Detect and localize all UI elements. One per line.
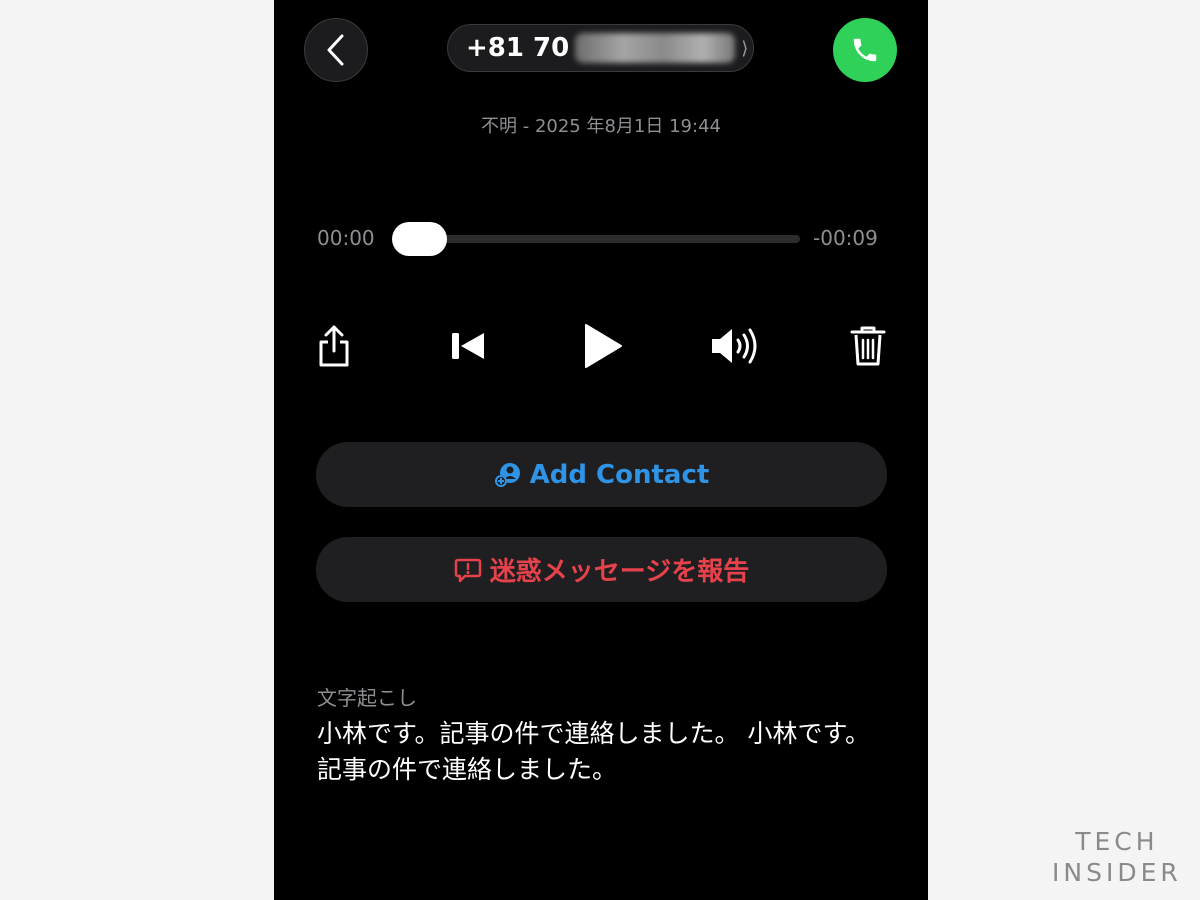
- voicemail-screen: +81 70 ⟩ 不明 - 2025 年8月1日 19:44 00:00 -00…: [274, 0, 928, 900]
- phone-icon: [853, 38, 877, 62]
- elapsed-time: 00:00: [317, 226, 375, 250]
- report-spam-label: 迷惑メッセージを報告: [489, 557, 750, 587]
- skip-back-button[interactable]: [440, 318, 496, 374]
- chevron-right-icon: ⟩: [741, 37, 749, 59]
- tech-insider-watermark: TECH INSIDER: [1052, 826, 1182, 888]
- play-icon: [585, 324, 622, 368]
- trash-icon: [850, 326, 886, 366]
- back-button[interactable]: [304, 18, 368, 82]
- add-contact-icon: [494, 462, 520, 487]
- report-spam-button[interactable]: 迷惑メッセージを報告: [316, 537, 887, 602]
- transcript-heading: 文字起こし: [317, 686, 417, 710]
- call-info: 不明 - 2025 年8月1日 19:44: [481, 116, 721, 137]
- chevron-left-icon: [327, 34, 344, 66]
- call-button[interactable]: [833, 18, 897, 82]
- play-button[interactable]: [574, 318, 630, 374]
- share-button[interactable]: [306, 318, 362, 374]
- exclamation-bubble-icon: [454, 558, 481, 582]
- delete-button[interactable]: [840, 318, 896, 374]
- transcript-text: 小林です。記事の件で連絡しました。 小林です。記事の件で連絡しました。: [317, 719, 870, 784]
- share-icon: [319, 325, 349, 367]
- speaker-button[interactable]: [707, 318, 763, 374]
- add-contact-button[interactable]: Add Contact: [316, 442, 887, 507]
- scrubber-thumb[interactable]: [392, 222, 447, 256]
- add-contact-label: Add Contact: [529, 459, 710, 490]
- watermark-line-1: TECH: [1075, 827, 1159, 856]
- redacted-number: [575, 33, 736, 63]
- watermark-line-2: INSIDER: [1052, 858, 1182, 887]
- remaining-time: -00:09: [813, 226, 878, 250]
- speaker-icon: [712, 328, 757, 364]
- scrubber-track[interactable]: [392, 235, 800, 243]
- skip-back-icon: [452, 333, 484, 359]
- phone-number-pill[interactable]: +81 70 ⟩: [447, 24, 754, 72]
- phone-number: +81 70: [466, 33, 570, 63]
